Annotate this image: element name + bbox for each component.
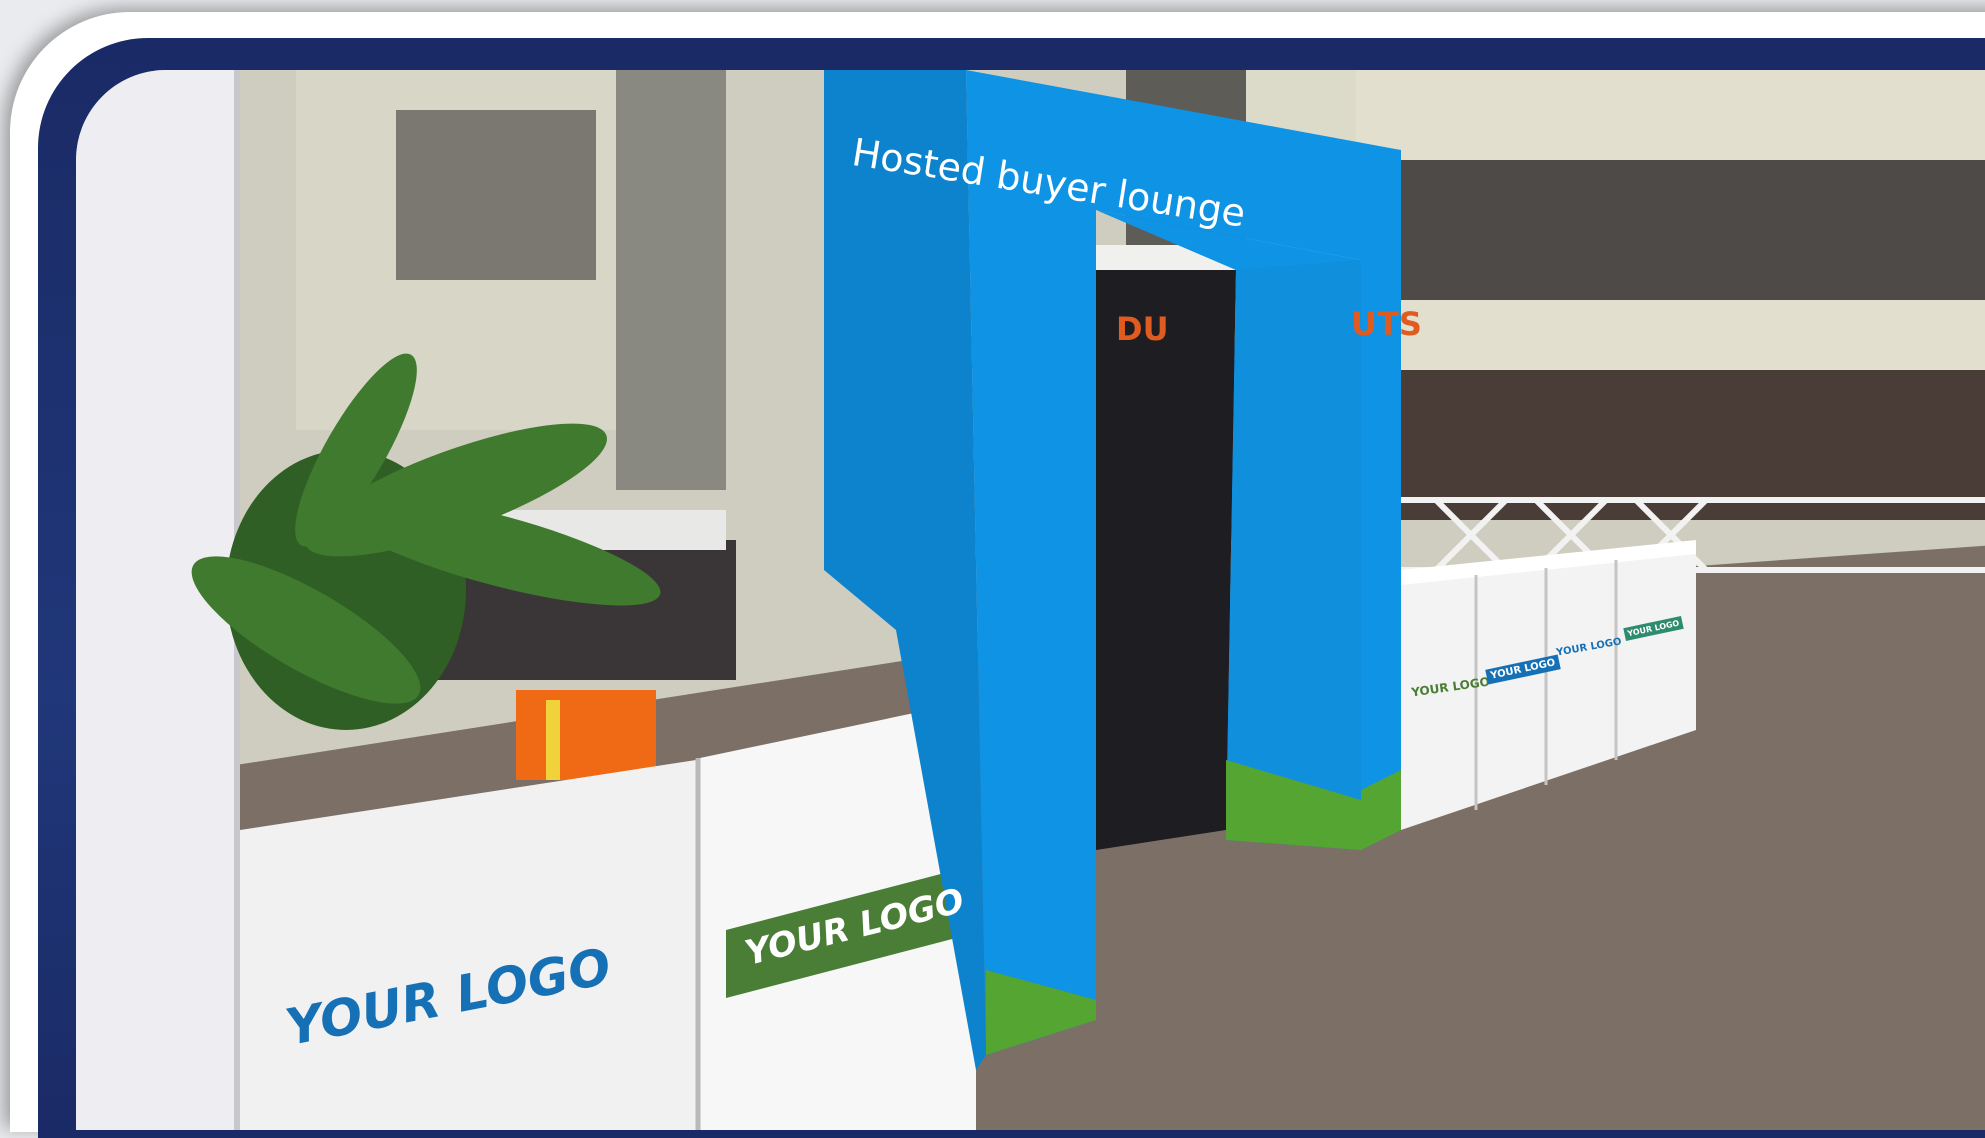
upper-opening-right — [1376, 160, 1985, 310]
pillar-dark — [616, 70, 726, 490]
worker-vest — [516, 690, 656, 780]
shop-sign-right: UTS — [1351, 305, 1422, 343]
booth-scene — [76, 70, 1985, 1130]
arch-opening — [1096, 270, 1236, 850]
upper-window-left — [396, 110, 596, 280]
booth-photo: Hosted buyer lounge YOUR LOGO YOUR LOGO … — [76, 70, 1985, 1130]
shop-sign-left: DU — [1116, 310, 1169, 348]
mezzanine-band — [1356, 300, 1985, 370]
upper-wall-right — [1356, 70, 1985, 160]
